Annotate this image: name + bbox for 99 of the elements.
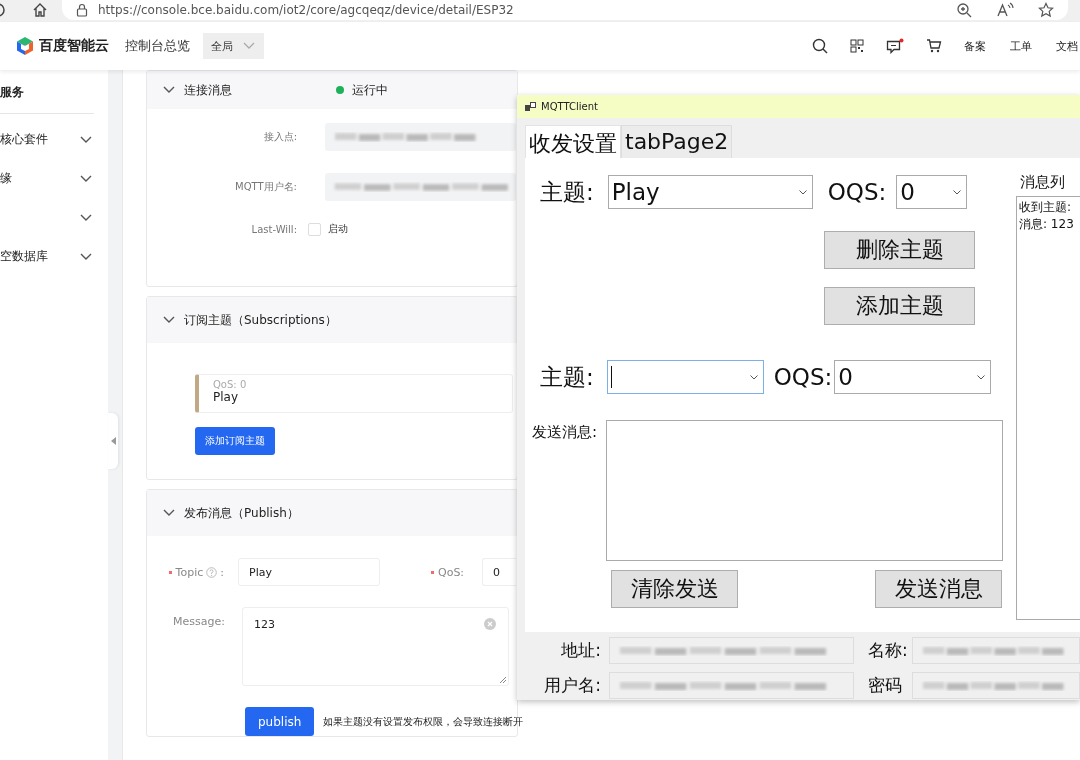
topic-label: 主题: — [540, 177, 594, 207]
chevron-down-icon[interactable] — [80, 135, 92, 144]
chevron-down-icon[interactable] — [80, 213, 92, 222]
message-field[interactable]: 123 — [242, 607, 509, 686]
chevron-down-icon[interactable] — [80, 252, 92, 261]
required-mark-icon — [167, 569, 173, 575]
topic-field[interactable]: Play — [238, 558, 380, 586]
field-label: MQTT用户名: — [234, 180, 297, 194]
field-label: 密码 — [867, 674, 903, 697]
header-link[interactable]: 文档 — [1056, 38, 1078, 54]
qr-code-icon[interactable] — [850, 39, 864, 53]
app-icon — [525, 102, 536, 111]
sidebar-item[interactable]: 缘 — [0, 159, 108, 198]
sidebar-item-label: 缘 — [0, 170, 12, 187]
topic-text: Play — [213, 390, 240, 404]
input-field[interactable] — [609, 637, 854, 664]
qos-label: QoS: — [438, 565, 465, 579]
search-icon[interactable] — [812, 38, 828, 54]
region-dropdown[interactable]: 全局 — [203, 33, 264, 59]
dropdown[interactable]: Play — [607, 175, 813, 209]
field-label: Last-Will: — [250, 223, 297, 235]
window-title: MQTTClient — [541, 101, 598, 112]
field-label: 地址: — [560, 639, 602, 662]
qos-label: OQS: — [773, 364, 833, 390]
header-link[interactable]: 工单 — [1010, 38, 1032, 54]
chevron-down-icon — [243, 42, 255, 50]
sidebar-item-label: 核心套件 — [0, 131, 48, 148]
qos-field[interactable]: 0 — [482, 558, 516, 586]
cube-logo-icon — [16, 36, 34, 56]
card-title: 连接消息 — [184, 81, 232, 99]
zoom-in-icon[interactable] — [956, 2, 972, 18]
chevron-down-icon[interactable] — [163, 316, 175, 324]
card-title: 发布消息（Publish） — [184, 504, 299, 522]
card-header[interactable]: 发布消息（Publish） — [147, 490, 517, 536]
form-button[interactable]: 删除主题 — [824, 231, 975, 269]
input-field[interactable] — [912, 637, 1080, 664]
card-title: 订阅主题（Subscriptions） — [184, 311, 337, 329]
tab[interactable]: tabPage2 — [621, 125, 733, 158]
input-field[interactable] — [325, 123, 516, 151]
sidebar-item[interactable]: 核心套件 — [0, 120, 108, 159]
field-label: 用户名: — [543, 674, 602, 697]
message-label: Message: — [172, 615, 225, 628]
status-text: 运行中 — [352, 81, 388, 99]
url-text: https://console.bce.baidu.com/iot2/core/agcqeqz/device/detail/ESP32 — [98, 3, 514, 17]
console-overview-link[interactable]: 控制台总览 — [125, 37, 190, 55]
publish-button[interactable]: publish — [245, 707, 315, 736]
chevron-down-icon — [749, 374, 758, 380]
list-title: 消息列 — [1019, 173, 1066, 193]
colon-text: : — [220, 565, 224, 579]
chevron-down-icon[interactable] — [163, 86, 175, 94]
input-field[interactable] — [912, 672, 1080, 699]
form-button[interactable]: 添加主题 — [824, 287, 975, 325]
caret-left-icon — [110, 437, 116, 445]
sidebar-item[interactable]: 空数据库 — [0, 237, 108, 276]
card-header[interactable]: 订阅主题（Subscriptions） — [147, 297, 517, 343]
status-dot — [336, 86, 344, 94]
home-icon[interactable] — [32, 2, 48, 18]
required-mark-icon — [430, 569, 435, 575]
header-link[interactable]: 备案 — [964, 38, 986, 54]
list-line: 消息: 123 — [1019, 216, 1075, 233]
form-button[interactable]: 清除发送 — [611, 570, 738, 608]
star-icon[interactable] — [1038, 2, 1054, 18]
message-label: 发送消息: — [532, 423, 598, 442]
list-line: 收到主题: — [1019, 199, 1073, 216]
chevron-down-icon — [953, 189, 962, 195]
topic-label: Topic — [175, 565, 204, 579]
cart-icon[interactable] — [926, 38, 942, 54]
add-subscription-button[interactable]: 添加订阅主题 — [195, 427, 275, 455]
input-field[interactable] — [609, 672, 854, 699]
address-bar[interactable]: https://console.bce.baidu.com/iot2/core/agcqeqz/device/detail/ESP32 — [62, 0, 1068, 20]
topic-label: 主题: — [540, 362, 594, 392]
message-icon[interactable] — [886, 38, 904, 54]
chevron-down-icon[interactable] — [80, 174, 92, 183]
qos-label: OQS: — [827, 179, 887, 205]
chevron-down-icon[interactable] — [163, 509, 175, 517]
message-field[interactable] — [606, 420, 1004, 561]
checkbox[interactable] — [308, 222, 321, 236]
tab[interactable]: 收发设置 — [525, 125, 621, 160]
brand-name[interactable]: 百度智能云 — [39, 37, 109, 55]
sidebar-heading: 服务 — [0, 70, 94, 114]
read-aloud-icon[interactable] — [996, 2, 1014, 18]
qos-text: QoS: 0 — [213, 379, 248, 390]
resize-handle-icon[interactable] — [499, 676, 506, 683]
subscription-item[interactable]: QoS: 0 Play — [195, 374, 513, 413]
form-button[interactable]: 发送消息 — [875, 570, 1002, 608]
hint-text: 如果主题没有设置发布权限，会导致连接断开 — [323, 714, 524, 729]
checkbox-label[interactable]: 启动 — [328, 222, 348, 236]
field-label: 名称: — [867, 639, 909, 662]
input-field[interactable] — [325, 173, 516, 201]
chevron-down-icon — [798, 189, 807, 195]
card-header[interactable]: 连接消息 运行中 — [147, 71, 517, 109]
field-label: 接入点: — [262, 130, 297, 144]
chevron-down-icon — [977, 374, 986, 380]
message-text: 123 — [254, 618, 275, 631]
dropdown[interactable]: 0 — [896, 175, 968, 209]
collapse-handle[interactable] — [108, 413, 118, 469]
dropdown[interactable]: 0 — [834, 360, 992, 394]
sidebar-item-label: 空数据库 — [0, 248, 48, 265]
lock-icon — [76, 3, 88, 17]
